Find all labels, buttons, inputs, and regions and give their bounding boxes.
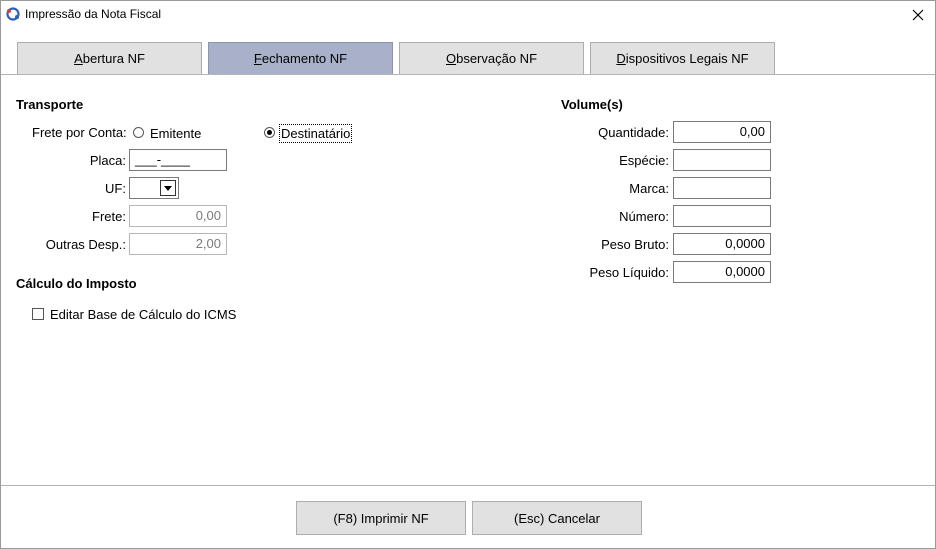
frete-por-conta-label: Frete por Conta:: [32, 125, 127, 140]
numero-input[interactable]: [673, 205, 771, 227]
volume-section-title: Volume(s): [561, 97, 623, 112]
quantidade-input[interactable]: 0,00: [673, 121, 771, 143]
tab-dispositivos-legais-nf[interactable]: Dispositivos Legais NF: [590, 42, 775, 75]
cancel-button[interactable]: (Esc) Cancelar: [472, 501, 642, 535]
footer-divider: [1, 485, 935, 486]
marca-label: Marca:: [629, 181, 669, 196]
peso-liquido-input[interactable]: 0,0000: [673, 261, 771, 283]
radio-emitente-label[interactable]: Emitente: [150, 126, 201, 141]
marca-input[interactable]: [673, 177, 771, 199]
frete-label: Frete:: [92, 209, 126, 224]
tab-abertura-nf[interactable]: Abertura NF: [17, 42, 202, 75]
tab-observacao-nf[interactable]: Observação NF: [399, 42, 584, 75]
print-button[interactable]: (F8) Imprimir NF: [296, 501, 466, 535]
uf-select[interactable]: [129, 177, 179, 199]
quantidade-label: Quantidade:: [598, 125, 669, 140]
dialog-window: Impressão da Nota Fiscal Abertura NF Fec…: [0, 0, 936, 549]
radio-destinatario-label[interactable]: Destinatário: [278, 124, 353, 143]
transporte-section-title: Transporte: [16, 97, 84, 112]
radio-destinatario[interactable]: [264, 127, 275, 138]
especie-label: Espécie:: [619, 153, 669, 168]
peso-bruto-label: Peso Bruto:: [601, 237, 669, 252]
editar-base-checkbox[interactable]: [32, 308, 44, 320]
placa-input[interactable]: ___-____: [129, 149, 227, 171]
close-button[interactable]: [901, 1, 935, 28]
uf-dropdown-button[interactable]: [160, 180, 176, 196]
app-logo-icon: [6, 7, 20, 21]
peso-liquido-label: Peso Líquido:: [589, 265, 669, 280]
tab-fechamento-nf[interactable]: Fechamento NF: [208, 42, 393, 75]
chevron-down-icon: [164, 185, 172, 191]
window-title: Impressão da Nota Fiscal: [25, 7, 162, 21]
title-bar: Impressão da Nota Fiscal: [1, 1, 935, 28]
calculo-section-title: Cálculo do Imposto: [16, 276, 137, 291]
numero-label: Número:: [619, 209, 669, 224]
editar-base-label[interactable]: Editar Base de Cálculo do ICMS: [50, 307, 236, 322]
peso-bruto-input[interactable]: 0,0000: [673, 233, 771, 255]
frete-input[interactable]: 0,00: [129, 205, 227, 227]
tab-divider: [1, 74, 935, 75]
uf-label: UF:: [105, 181, 126, 196]
placa-label: Placa:: [89, 153, 126, 168]
close-icon: [912, 9, 924, 20]
outras-desp-label: Outras Desp.:: [45, 237, 126, 252]
outras-desp-input[interactable]: 2,00: [129, 233, 227, 255]
radio-emitente[interactable]: [133, 127, 144, 138]
especie-input[interactable]: [673, 149, 771, 171]
